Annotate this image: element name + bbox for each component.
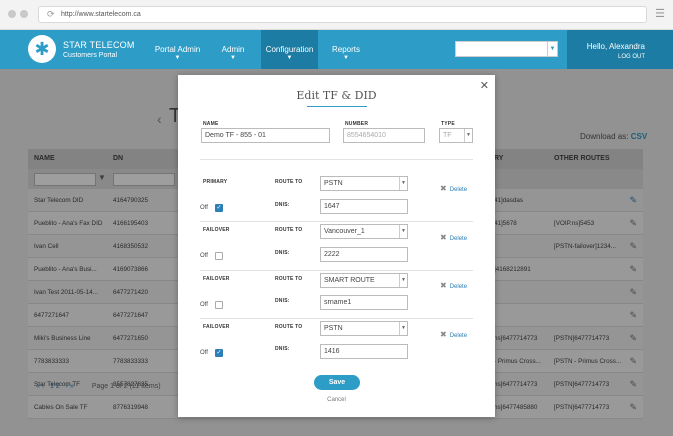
nav-portal-admin[interactable]: Portal Admin ▼ — [150, 30, 205, 69]
route-kind-label: FAILOVER — [203, 276, 230, 282]
nav-admin[interactable]: Admin ▼ — [215, 30, 251, 69]
route-select[interactable]: Vancouver_1 ▼ — [320, 224, 408, 239]
address-bar[interactable]: ⟳ http://www.startelecom.ca — [38, 6, 647, 23]
number-label: NUMBER — [345, 121, 369, 127]
browser-menu-icon[interactable]: ☰ — [655, 7, 665, 20]
dnis-input[interactable]: 1416 — [320, 344, 408, 359]
chevron-down-icon: ▼ — [399, 177, 407, 190]
divider — [200, 159, 473, 160]
close-icon: ✖ — [440, 233, 447, 242]
chevron-down-icon: ▼ — [174, 55, 181, 61]
close-icon: ✖ — [440, 330, 447, 339]
type-select[interactable]: TF ▼ — [439, 128, 473, 143]
delete-route-button[interactable]: ✖ Delete — [440, 184, 467, 193]
divider — [200, 270, 473, 271]
nav-portal-admin-label: Portal Admin — [154, 45, 201, 54]
dialog-title: Edit TF & DID — [296, 89, 377, 102]
nav-configuration-label: Configuration — [265, 45, 314, 54]
chevron-down-icon[interactable]: ▼ — [547, 42, 557, 56]
reload-icon[interactable]: ⟳ — [47, 7, 55, 22]
brand-name: STAR TELECOM — [63, 40, 135, 50]
window-minimize-dot[interactable] — [20, 10, 28, 18]
delete-label: Delete — [449, 333, 468, 339]
off-label: Off — [200, 205, 208, 211]
chevron-down-icon: ▼ — [399, 322, 407, 335]
nav-reports-label: Reports — [331, 45, 360, 54]
nav-configuration[interactable]: Configuration ▼ — [261, 30, 318, 69]
window-close-dot[interactable] — [8, 10, 16, 18]
logout-link[interactable]: LOG OUT — [618, 54, 645, 60]
nav-reports[interactable]: Reports ▼ — [328, 30, 364, 69]
delete-route-button[interactable]: ✖ Delete — [440, 233, 467, 242]
off-label: Off — [200, 302, 208, 308]
route-enable-checkbox[interactable]: ✓ — [215, 204, 223, 212]
address-url: http://www.startelecom.ca — [61, 11, 141, 18]
app-header: ✱ STAR TELECOM Customers Portal Portal A… — [0, 30, 673, 69]
delete-route-button[interactable]: ✖ Delete — [440, 330, 467, 339]
route-value: SMART ROUTE — [324, 277, 375, 284]
type-label: TYPE — [441, 121, 455, 127]
edit-tf-did-dialog: ✕ Edit TF & DID NAME Demo TF - 855 - 01 … — [178, 75, 495, 417]
dnis-input[interactable]: 1647 — [320, 199, 408, 214]
dnis-input[interactable]: srname1 — [320, 295, 408, 310]
route-select[interactable]: SMART ROUTE ▼ — [320, 273, 408, 288]
delete-label: Delete — [449, 284, 468, 290]
save-button[interactable]: Save — [314, 375, 360, 390]
route-select[interactable]: PSTN ▼ — [320, 176, 408, 191]
dnis-input[interactable]: 2222 — [320, 247, 408, 262]
type-value: TF — [443, 132, 452, 139]
chevron-down-icon: ▼ — [286, 55, 293, 61]
star-logo-icon: ✱ — [28, 35, 56, 63]
title-underline — [307, 106, 367, 107]
user-panel: Hello, Alexandra LOG OUT — [567, 30, 673, 69]
delete-label: Delete — [449, 236, 468, 242]
dnis-label: DNIS: — [275, 202, 290, 208]
browser-toolbar: ⟳ http://www.startelecom.ca ☰ — [0, 0, 673, 30]
brand-subtitle: Customers Portal — [63, 52, 118, 59]
dnis-label: DNIS: — [275, 250, 290, 256]
off-label: Off — [200, 253, 208, 259]
divider — [200, 318, 473, 319]
route-enable-checkbox[interactable]: ✓ — [215, 349, 223, 357]
chevron-down-icon: ▼ — [230, 55, 236, 61]
name-label: NAME — [203, 121, 219, 127]
route-enable-checkbox[interactable] — [215, 252, 223, 260]
chevron-down-icon: ▼ — [343, 55, 349, 61]
route-enable-checkbox[interactable] — [215, 301, 223, 309]
name-input[interactable]: Demo TF - 855 - 01 — [201, 128, 330, 143]
route-select[interactable]: PSTN ▼ — [320, 321, 408, 336]
account-select[interactable]: ▼ — [455, 41, 558, 57]
close-icon: ✖ — [440, 281, 447, 290]
chevron-down-icon: ▼ — [464, 129, 472, 142]
divider — [200, 221, 473, 222]
close-icon: ✖ — [440, 184, 447, 193]
chevron-down-icon: ▼ — [399, 274, 407, 287]
delete-route-button[interactable]: ✖ Delete — [440, 281, 467, 290]
cancel-link[interactable]: Cancel — [178, 397, 495, 403]
route-kind-label: FAILOVER — [203, 227, 230, 233]
dnis-label: DNIS: — [275, 346, 290, 352]
off-label: Off — [200, 350, 208, 356]
nav-admin-label: Admin — [221, 45, 245, 54]
route-value: Vancouver_1 — [324, 228, 365, 235]
user-greeting: Hello, Alexandra — [586, 42, 645, 51]
route-value: PSTN — [324, 325, 343, 332]
route-value: PSTN — [324, 180, 343, 187]
route-kind-label: PRIMARY — [203, 179, 228, 185]
chevron-down-icon: ▼ — [399, 225, 407, 238]
number-input[interactable]: 8554654010 — [343, 128, 425, 143]
route-to-label: ROUTE TO — [275, 179, 303, 185]
route-to-label: ROUTE TO — [275, 276, 303, 282]
route-kind-label: FAILOVER — [203, 324, 230, 330]
route-to-label: ROUTE TO — [275, 227, 303, 233]
dnis-label: DNIS: — [275, 298, 290, 304]
delete-label: Delete — [449, 187, 468, 193]
route-to-label: ROUTE TO — [275, 324, 303, 330]
